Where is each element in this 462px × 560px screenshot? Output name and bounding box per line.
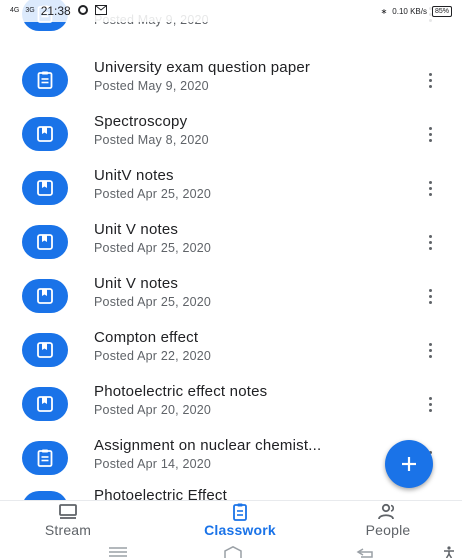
item-title: Assignment on nuclear chemist... xyxy=(94,437,322,454)
back-icon[interactable] xyxy=(355,546,377,558)
nav-classwork[interactable]: Classwork xyxy=(180,503,300,541)
item-title: Unit V notes xyxy=(94,275,179,292)
list-item[interactable]: Unit V notes Posted Apr 25, 2020 xyxy=(0,269,462,323)
material-icon xyxy=(22,333,68,367)
item-posted-date: Posted May 9, 2020 xyxy=(94,79,209,93)
accessibility-icon[interactable] xyxy=(442,546,456,558)
nav-stream[interactable]: Stream xyxy=(8,503,128,541)
item-posted-date: Posted Apr 22, 2020 xyxy=(94,349,212,363)
assignment-icon xyxy=(22,441,68,475)
mail-icon xyxy=(94,4,107,18)
more-options-icon[interactable] xyxy=(420,337,440,363)
item-title: Compton effect xyxy=(94,329,199,346)
battery-icon: 85% xyxy=(431,5,452,17)
item-title: University exam question paper xyxy=(94,59,311,76)
network-speed: 0.10 KB/s xyxy=(392,6,427,16)
assignment-icon xyxy=(22,63,68,97)
list-item[interactable]: Compton effect Posted Apr 22, 2020 xyxy=(0,323,462,377)
status-time: 21:38 xyxy=(40,4,71,18)
list-item[interactable]: Unit V notes Posted Apr 25, 2020 xyxy=(0,215,462,269)
material-icon xyxy=(22,225,68,259)
item-posted-date: Posted May 8, 2020 xyxy=(94,133,209,147)
plus-icon xyxy=(402,457,416,471)
item-title: Photoelectric effect notes xyxy=(94,383,268,400)
system-navigation-bar xyxy=(0,542,462,560)
list-item[interactable]: Photoelectric effect notes Posted Apr 20… xyxy=(0,377,462,431)
nav-classwork-label: Classwork xyxy=(204,522,276,538)
more-options-icon[interactable] xyxy=(420,283,440,309)
nav-stream-label: Stream xyxy=(44,522,92,538)
classwork-icon xyxy=(233,503,247,521)
more-options-icon[interactable] xyxy=(420,229,440,255)
nav-people[interactable]: People xyxy=(328,503,448,541)
signal-4g-icon: 4G xyxy=(10,7,20,14)
list-item[interactable]: University exam question paper Posted Ma… xyxy=(0,53,462,107)
item-title: Unit V notes xyxy=(94,221,179,238)
list-item[interactable]: UnitV notes Posted Apr 25, 2020 xyxy=(0,161,462,215)
bluetooth-icon: ∗ xyxy=(380,6,388,16)
item-posted-date: Posted Apr 25, 2020 xyxy=(94,187,212,201)
menu-icon[interactable] xyxy=(107,546,129,558)
more-options-icon[interactable] xyxy=(420,121,440,147)
item-posted-date: Posted Apr 20, 2020 xyxy=(94,403,212,417)
stream-icon xyxy=(59,504,77,519)
more-options-icon[interactable] xyxy=(420,67,440,93)
home-icon[interactable] xyxy=(222,546,244,558)
status-bar: 4G 3G 21:38 ∗ 0.10 KB/s 85% xyxy=(0,0,462,22)
item-posted-date: Posted Apr 25, 2020 xyxy=(94,295,212,309)
people-icon xyxy=(378,503,395,520)
more-options-icon[interactable] xyxy=(420,175,440,201)
material-icon xyxy=(22,387,68,421)
classwork-list[interactable]: Posted May 9, 2020 University exam quest… xyxy=(0,0,462,505)
item-title: Spectroscopy xyxy=(94,113,188,130)
item-title: UnitV notes xyxy=(94,167,174,184)
material-icon xyxy=(22,279,68,313)
add-fab-button[interactable] xyxy=(385,440,433,488)
item-posted-date: Posted Apr 25, 2020 xyxy=(94,241,212,255)
item-posted-date: Posted Apr 14, 2020 xyxy=(94,457,212,471)
material-icon xyxy=(22,171,68,205)
nav-people-label: People xyxy=(365,522,411,538)
list-item[interactable]: Spectroscopy Posted May 8, 2020 xyxy=(0,107,462,161)
more-options-icon[interactable] xyxy=(420,391,440,417)
signal-3g-icon: 3G xyxy=(25,7,35,14)
notification-icon xyxy=(77,4,89,18)
bottom-navigation: Stream Classwork People xyxy=(0,500,462,542)
material-icon xyxy=(22,117,68,151)
